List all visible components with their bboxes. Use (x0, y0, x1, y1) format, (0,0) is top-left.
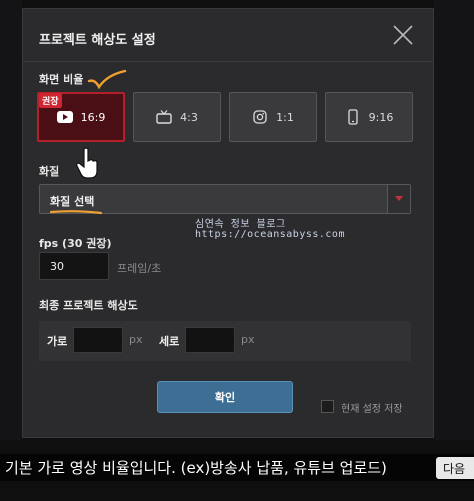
watermark-url: https://oceansabyss.com (195, 229, 345, 240)
quality-label: 화질 (39, 165, 60, 178)
fps-label: fps (30 권장) (39, 237, 112, 250)
ratio-option-4-3[interactable]: 4:3 (133, 92, 221, 142)
ratio-option-label: 9:16 (368, 110, 394, 124)
close-icon[interactable] (391, 23, 415, 47)
final-resolution-label: 최종 프로젝트 해상도 (39, 299, 138, 312)
resolution-dialog: 프로젝트 해상도 설정 화면 비율 권장 16:9 4:3 1:1 9:16 화… (22, 8, 434, 438)
hand-cursor-icon (76, 147, 98, 179)
ratio-option-label: 1:1 (276, 110, 294, 124)
width-label: 가로 (47, 335, 68, 348)
youtube-icon (56, 110, 73, 124)
save-setting-checkbox[interactable] (321, 400, 334, 413)
tv-icon (156, 110, 172, 124)
resolution-panel: 가로 px 세로 px (39, 321, 411, 361)
chevron-down-icon[interactable] (387, 185, 410, 213)
next-button[interactable]: 다음 (436, 457, 474, 479)
ok-button[interactable]: 확인 (157, 381, 293, 413)
width-unit: px (129, 333, 143, 346)
dialog-title: 프로젝트 해상도 설정 (39, 33, 156, 48)
quality-select-value: 화질 선택 (50, 195, 95, 208)
aspect-ratio-options: 권장 16:9 4:3 1:1 9:16 (37, 92, 413, 146)
aspect-ratio-label: 화면 비율 (39, 73, 84, 86)
height-input[interactable] (185, 327, 235, 353)
ratio-option-label: 16:9 (80, 110, 106, 124)
caption-bar: 기본 가로 영상 비율입니다. (ex)방송사 납품, 유튜브 업로드) (0, 454, 474, 481)
instagram-icon (252, 110, 268, 124)
ratio-option-16-9[interactable]: 권장 16:9 (37, 92, 125, 142)
header-divider (23, 61, 433, 62)
height-unit: px (241, 333, 255, 346)
recommended-badge: 권장 (39, 93, 62, 108)
phone-icon (345, 109, 361, 125)
width-input[interactable] (73, 327, 123, 353)
quality-select[interactable]: 화질 선택 (39, 184, 411, 214)
ratio-option-label: 4:3 (180, 110, 198, 124)
caption-text: 기본 가로 영상 비율입니다. (ex)방송사 납품, 유튜브 업로드) (5, 459, 387, 477)
background-right (434, 0, 474, 440)
fps-unit: 프레임/초 (117, 262, 162, 275)
save-setting-label: 현재 설정 저장 (341, 404, 403, 415)
background-left (0, 0, 22, 440)
watermark-title: 심연속 정보 블로그 (195, 219, 286, 230)
ratio-option-9-16[interactable]: 9:16 (325, 92, 413, 142)
checkmark-annotation (87, 69, 127, 90)
ratio-option-1-1[interactable]: 1:1 (229, 92, 317, 142)
fps-input[interactable]: 30 (39, 252, 109, 280)
height-label: 세로 (159, 335, 180, 348)
